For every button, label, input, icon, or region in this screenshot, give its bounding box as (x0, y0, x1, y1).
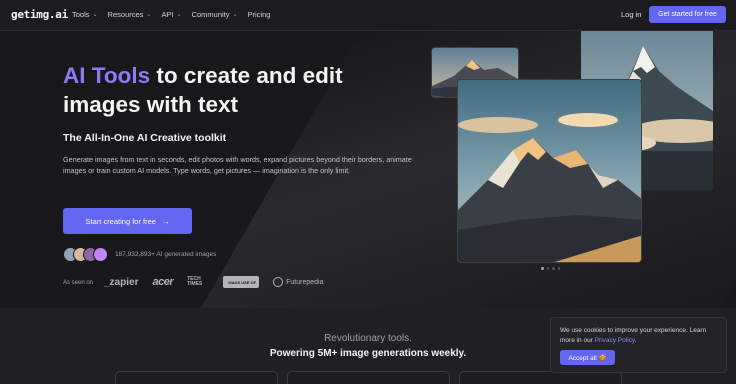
nav-item-label: Pricing (247, 10, 271, 19)
start-creating-label: Start creating for free (85, 216, 156, 226)
start-creating-button[interactable]: Start creating for free → (63, 208, 192, 234)
get-started-button[interactable]: Get started for free (649, 6, 726, 23)
techtimes-logo: TECH TIMES (187, 275, 203, 287)
carousel-dots (541, 267, 560, 270)
nav-item-api[interactable]: API ⌄ (161, 10, 181, 19)
carousel-dot[interactable] (546, 267, 549, 270)
login-link[interactable]: Log in (621, 10, 641, 19)
generated-count: 187,932,893+ AI generated images (115, 251, 217, 258)
cookie-text: We use cookies to improve your experienc… (560, 326, 722, 345)
carousel-dot[interactable] (541, 267, 544, 270)
nav-item-label: Resources (107, 10, 144, 19)
chevron-down-icon: ⌄ (146, 12, 152, 18)
nav-item-resources[interactable]: Resources ⌄ (108, 10, 152, 19)
as-seen-on-label: As seen on (63, 280, 94, 286)
logo[interactable]: getimg.ai (11, 8, 68, 21)
acer-logo: acer (152, 276, 174, 288)
futurepedia-icon (273, 277, 284, 287)
futurepedia-label: Futurepedia (286, 278, 324, 286)
avatar (93, 247, 108, 262)
top-nav: getimg.ai Tools ⌄ Resources ⌄ API ⌄ Communi… (0, 0, 736, 31)
nav-links: Tools ⌄ Resources ⌄ API ⌄ Community ⌄ Pricin… (72, 10, 270, 19)
headline-accent: AI Tools (63, 63, 151, 88)
privacy-policy-link[interactable]: Privacy Policy (595, 337, 635, 344)
cookie-banner: We use cookies to improve your experienc… (550, 317, 727, 373)
hero-subhead: The All-In-One AI Creative toolkit (63, 132, 227, 144)
hero-headline: AI Tools to create and edit images with … (63, 61, 393, 119)
hero-description: Generate images from text in seconds, ed… (63, 155, 412, 175)
carousel-dot[interactable] (557, 267, 560, 270)
cookie-period: . (634, 336, 637, 344)
zapier-logo: _zapier (104, 276, 139, 288)
chevron-down-icon: ⌄ (92, 12, 98, 18)
nav-item-community[interactable]: Community ⌄ (192, 10, 238, 19)
nav-item-tools[interactable]: Tools ⌄ (72, 10, 98, 19)
chevron-down-icon: ⌄ (232, 12, 238, 18)
user-avatars (63, 247, 108, 262)
chevron-down-icon: ⌄ (176, 12, 182, 18)
nav-item-label: API (161, 10, 174, 19)
nav-item-pricing[interactable]: Pricing (248, 10, 271, 19)
arrow-right-icon: → (161, 216, 170, 226)
nav-item-label: Community (191, 10, 230, 19)
makeuseof-logo: MAKE USE OF (223, 276, 260, 288)
futurepedia-logo: Futurepedia (273, 277, 323, 287)
mountain-image-main[interactable] (457, 79, 642, 263)
carousel-dot[interactable] (552, 267, 555, 270)
accept-cookies-button[interactable]: Accept all 🍪 (560, 350, 615, 365)
nav-item-label: Tools (72, 10, 90, 19)
tool-card[interactable] (115, 371, 278, 384)
tool-card[interactable] (287, 371, 450, 384)
brand-logos: _zapier acer TECH TIMES MAKE USE OF Futu… (104, 276, 323, 288)
